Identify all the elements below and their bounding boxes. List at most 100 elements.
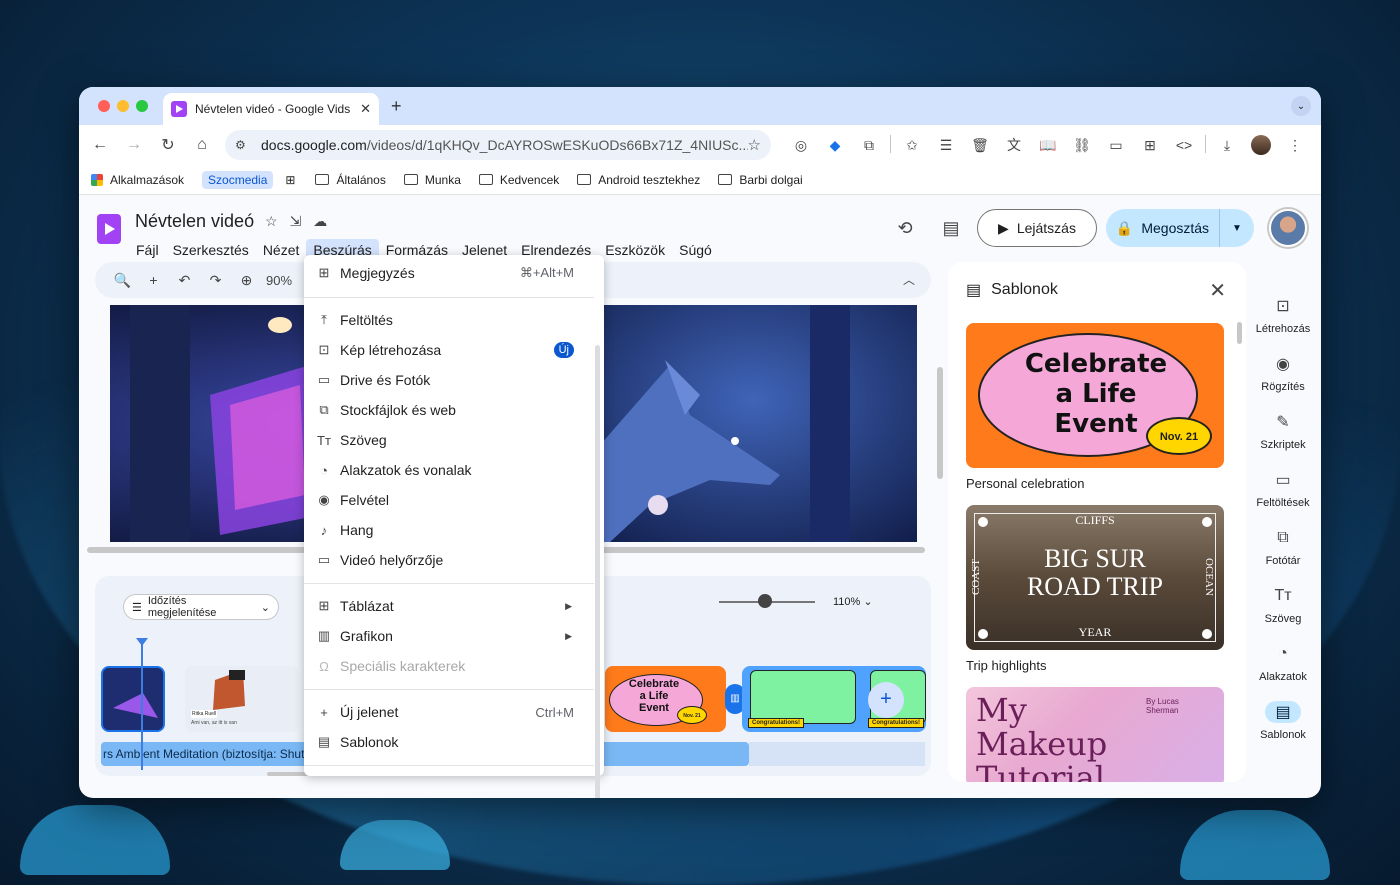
devices-icon[interactable]: ▭	[1099, 135, 1133, 155]
close-icon[interactable]: ✕	[1209, 278, 1226, 303]
timeline-zoom-level[interactable]: 110% ⌄	[833, 595, 873, 608]
menu-file[interactable]: Fájl	[129, 239, 166, 261]
tag-icon[interactable]: ◆	[818, 135, 852, 155]
code-icon[interactable]: <>	[1167, 135, 1201, 155]
maximize-window-button[interactable]	[136, 100, 148, 112]
menu-edit[interactable]: Szerkesztés	[166, 239, 256, 261]
back-icon[interactable]: ←	[83, 130, 117, 160]
trash-icon[interactable]: 🗑	[963, 135, 997, 155]
rail-scripts[interactable]: ✎ Szkriptek	[1251, 411, 1315, 469]
menu-item-shapes[interactable]: ◔ Alakzatok és vonalak	[304, 455, 594, 485]
bookmark-szocmedia[interactable]: Szocmedia	[202, 170, 274, 189]
menu-item-audio[interactable]: ♪ Hang	[304, 515, 594, 545]
rail-create[interactable]: ⊡ Létrehozás	[1251, 295, 1315, 353]
menu-item-templates[interactable]: ▤ Sablonok	[304, 727, 594, 757]
move-folder-icon[interactable]: ⇲	[290, 213, 302, 230]
menu-item-chart[interactable]: ▥ Grafikon ▶	[304, 621, 594, 651]
add-icon[interactable]: +	[138, 272, 169, 288]
playhead-handle[interactable]	[136, 638, 148, 646]
comments-icon[interactable]: ▤	[936, 213, 966, 243]
download-icon[interactable]: ⤓	[1210, 135, 1244, 155]
forward-icon[interactable]: →	[117, 130, 151, 160]
menu-item-stock[interactable]: ⧉ Stockfájlok és web	[304, 395, 594, 425]
timeline-clip[interactable]	[101, 666, 165, 732]
home-icon[interactable]: ⌂	[185, 130, 219, 160]
bookmark-folder[interactable]: Kedvencek	[478, 173, 559, 187]
panel-scrollbar[interactable]	[1237, 322, 1242, 344]
rail-record[interactable]: ◉ Rögzítés	[1251, 353, 1315, 411]
playhead[interactable]	[141, 644, 143, 770]
puzzle-icon[interactable]: ⧉	[852, 135, 886, 155]
menu-item-text[interactable]: Tт Szöveg	[304, 425, 594, 455]
timing-toggle-button[interactable]: ☰ Időzítés megjelenítése ⌄	[123, 594, 279, 620]
share-dropdown-icon[interactable]: ▼	[1220, 223, 1254, 234]
zoom-level[interactable]: 90%	[266, 273, 292, 288]
rail-stock[interactable]: ⧉ Fotótár	[1251, 527, 1315, 585]
translate-icon[interactable]: 文	[997, 135, 1031, 155]
menu-item-table[interactable]: ⊞ Táblázat ▶	[304, 591, 594, 621]
undo-icon[interactable]: ↶	[169, 272, 200, 289]
search-icon[interactable]: 🔍	[107, 272, 138, 289]
play-button[interactable]: ▶ Lejátszás	[977, 209, 1097, 247]
history-icon[interactable]: ⟲	[890, 213, 920, 243]
canvas-vertical-scrollbar[interactable]	[937, 367, 943, 479]
bookmark-star-icon[interactable]: ☆	[748, 136, 761, 154]
menu-item-create-image[interactable]: ⊡ Kép létrehozása Új	[304, 335, 594, 365]
bookmark-folder[interactable]: Barbi dolgai	[718, 173, 803, 187]
menu-item-new-scene[interactable]: + Új jelenet Ctrl+M	[304, 697, 594, 727]
menu-tools[interactable]: Eszközök	[598, 239, 672, 261]
layout-icon[interactable]: ⊞	[1133, 135, 1167, 155]
minimize-window-button[interactable]	[117, 100, 129, 112]
bookmark-folder[interactable]: Android tesztekhez	[577, 173, 700, 187]
menu-item-comment[interactable]: ⊞ Megjegyzés ⌘+Alt+M	[304, 258, 594, 288]
menu-item-record[interactable]: ◉ Felvétel	[304, 485, 594, 515]
tab-groups-icon[interactable]: ⊞	[285, 173, 295, 187]
rail-text[interactable]: Tт Szöveg	[1251, 585, 1315, 643]
menu-item-video-placeholder[interactable]: ▭ Videó helyőrzője	[304, 545, 594, 575]
menu-view[interactable]: Nézet	[256, 239, 307, 261]
image-create-icon: ⊡	[318, 342, 330, 357]
menu-item-drive[interactable]: ▭ Drive és Fotók	[304, 365, 594, 395]
site-info-icon[interactable]: ⚙	[235, 138, 255, 152]
close-window-button[interactable]	[98, 100, 110, 112]
cloud-status-icon[interactable]: ☁	[313, 213, 327, 230]
new-tab-icon[interactable]: +	[391, 96, 402, 117]
bookmark-folder[interactable]: Általános	[315, 173, 386, 187]
rail-shapes[interactable]: ◔ Alakzatok	[1251, 643, 1315, 701]
tab-close-icon[interactable]: ✕	[360, 101, 371, 117]
menu-scrollbar[interactable]	[595, 345, 600, 798]
reader-icon[interactable]: 📖	[1031, 135, 1065, 155]
timeline-clip[interactable]: Ritka Ruell Ami van, az itt is van	[185, 666, 299, 732]
reload-icon[interactable]: ↻	[151, 130, 185, 160]
template-card-trip[interactable]: CLIFFS YEAR COAST OCEAN BIG SUR ROAD TRI…	[966, 505, 1224, 650]
timeline-zoom-slider-knob[interactable]	[758, 594, 773, 608]
bookmark-folder[interactable]: Munka	[403, 173, 461, 187]
rail-uploads[interactable]: ▭ Feltöltések	[1251, 469, 1315, 527]
star-icon[interactable]: ☆	[265, 213, 278, 230]
share-button[interactable]: 🔒 Megosztás ▼	[1106, 209, 1254, 247]
timeline-clip-celebrate[interactable]: Celebrate a Life Event Nov. 21	[605, 666, 726, 732]
zoom-icon[interactable]: ⊕	[231, 272, 262, 289]
account-avatar[interactable]	[1269, 209, 1307, 247]
redo-icon[interactable]: ↷	[200, 272, 231, 289]
template-card-makeup[interactable]: My Makeup Tutorial By Lucas Sherman	[966, 687, 1224, 782]
collapse-toolbar-icon[interactable]: ︿	[903, 271, 915, 288]
browser-tab[interactable]: Névtelen videó - Google Vids ✕	[163, 93, 379, 125]
address-bar[interactable]: ⚙ docs.google.com/videos/d/1qKHQv_DcAYRO…	[225, 130, 771, 160]
tab-search-icon[interactable]: ⌄	[1291, 96, 1311, 116]
profile-avatar[interactable]	[1244, 135, 1278, 155]
add-scene-button[interactable]: +	[868, 682, 904, 718]
reading-list-icon[interactable]: ☰	[929, 135, 963, 155]
link-icon[interactable]: ⛓	[1065, 135, 1099, 155]
vids-logo-icon[interactable]	[97, 214, 121, 244]
template-card-celebration[interactable]: Celebrate a Life Event Nov. 21	[966, 323, 1224, 468]
rail-templates[interactable]: ▤ Sablonok	[1251, 701, 1315, 759]
menu-help[interactable]: Súgó	[672, 239, 719, 261]
menu-item-upload[interactable]: ⤒ Feltöltés	[304, 305, 594, 335]
timeline-clip-congrats[interactable]: Congratulations! Congratulations! +	[742, 666, 926, 732]
document-title[interactable]: Névtelen videó	[135, 211, 254, 232]
password-icon[interactable]: ◎	[784, 135, 818, 155]
star-list-icon[interactable]: ✩	[895, 135, 929, 155]
bookmark-apps[interactable]: Alkalmazások	[91, 173, 184, 187]
more-vert-icon[interactable]: ⋮	[1278, 135, 1312, 155]
